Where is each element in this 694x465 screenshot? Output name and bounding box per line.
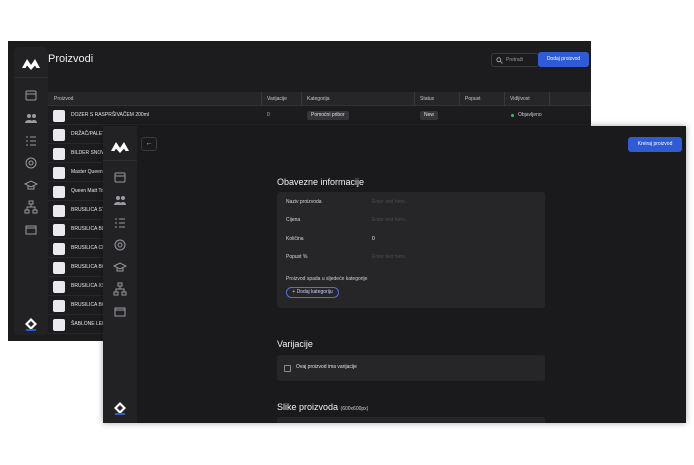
app-logo[interactable] <box>20 55 42 71</box>
app-logo[interactable] <box>109 138 131 154</box>
variations-panel: Ovaj proizvod ima varijacije <box>277 355 545 381</box>
category-prompt: Proizvod spada u sljedeće kategorije <box>286 276 368 282</box>
quantity-input[interactable]: 0 <box>372 236 375 242</box>
product-thumbnail <box>53 148 65 160</box>
product-name: Queen Matt To <box>71 188 104 194</box>
price-label: Cijena <box>286 217 301 223</box>
product-name: Master Queen <box>71 169 103 175</box>
product-name-label: Naziv proizvoda <box>286 199 322 205</box>
variations-checkbox[interactable] <box>284 365 291 372</box>
column-divider <box>414 92 415 106</box>
search-placeholder: Pretraži <box>506 57 524 63</box>
settings-icon[interactable] <box>24 156 38 170</box>
product-name: BRUSILICA BQ <box>71 264 106 270</box>
column-header-category[interactable]: Kategorija <box>307 92 330 106</box>
education-icon[interactable] <box>24 178 38 192</box>
quantity-label: Količina <box>286 236 304 242</box>
product-thumbnail <box>53 129 65 141</box>
product-thumbnail <box>53 300 65 312</box>
category-chip: Pomoćni pribor <box>307 111 349 120</box>
create-product-window: ← Kreiraj proizvod Obavezne informacije … <box>103 126 686 423</box>
product-name-input[interactable]: Enter text here... <box>372 199 409 205</box>
product-thumbnail <box>53 224 65 236</box>
required-info-title: Obavezne informacije <box>277 177 365 187</box>
product-thumbnail <box>53 167 65 179</box>
product-thumbnail <box>53 319 65 331</box>
users-icon[interactable] <box>24 111 38 125</box>
variations-title: Varijacije <box>277 339 313 349</box>
add-category-button[interactable]: + Dodaj kategoriju <box>286 287 339 298</box>
calendar-icon[interactable] <box>24 88 38 102</box>
product-thumbnail <box>53 110 65 122</box>
page-title: Proizvodi <box>48 53 94 65</box>
product-name: BRUSILICA BQ <box>71 302 106 308</box>
column-divider <box>301 92 302 106</box>
settings-icon[interactable] <box>113 238 127 252</box>
images-size-hint: (600x600px) <box>340 406 369 412</box>
status-badge: New <box>420 111 439 120</box>
product-thumbnail <box>53 186 65 198</box>
required-info-panel: Naziv proizvoda Enter text here... Cijen… <box>277 192 545 308</box>
sidebar-divider <box>103 160 137 161</box>
product-name: BRUSILICA BL <box>71 226 105 232</box>
product-name: DOZER S RASPRŠIVAČEM 200ml <box>71 112 149 118</box>
product-thumbnail <box>53 281 65 293</box>
column-divider <box>504 92 505 106</box>
column-header-product[interactable]: Proizvod <box>54 92 73 106</box>
price-input[interactable]: Enter text here... <box>372 217 409 223</box>
images-panel[interactable] <box>277 417 545 423</box>
column-header-visibility[interactable]: Vidljivost <box>510 92 530 106</box>
create-product-button[interactable]: Kreiraj proizvod <box>628 137 682 152</box>
search-icon <box>496 57 503 64</box>
brand-badge-icon <box>24 317 38 331</box>
images-title: Slike proizvoda (600x600px) <box>277 402 368 412</box>
list-icon[interactable] <box>113 216 127 230</box>
sidebar <box>14 47 48 335</box>
product-name: BRUSILICA XS <box>71 283 106 289</box>
column-divider <box>549 92 550 106</box>
variations-checkbox-label: Ovaj proizvod ima varijacije <box>296 364 357 370</box>
column-divider <box>261 92 262 106</box>
window-icon[interactable] <box>24 223 38 237</box>
hierarchy-icon[interactable] <box>24 200 38 214</box>
product-name: DRŽAČ/PALET <box>71 131 106 137</box>
product-thumbnail <box>53 262 65 274</box>
product-name: BRUSILICA ST <box>71 207 105 213</box>
search-input[interactable]: Pretraži <box>491 53 539 67</box>
product-thumbnail <box>53 205 65 217</box>
list-icon[interactable] <box>24 134 38 148</box>
published-dot-icon <box>511 114 514 117</box>
product-name: BILDER SNOW <box>71 150 107 156</box>
column-header-discount[interactable]: Popust <box>465 92 481 106</box>
images-title-text: Slike proizvoda <box>277 402 339 412</box>
discount-input[interactable]: Enter text here... <box>372 254 409 260</box>
back-button[interactable]: ← <box>141 137 157 151</box>
visibility-status: Objavljeno <box>511 106 542 125</box>
calendar-icon[interactable] <box>113 170 127 184</box>
users-icon[interactable] <box>113 193 127 207</box>
discount-label: Popust % <box>286 254 308 260</box>
column-header-variations[interactable]: Varijacije <box>267 92 287 106</box>
table-header: Proizvod Varijacije Kategorija Status Po… <box>48 92 591 106</box>
column-divider <box>459 92 460 106</box>
hierarchy-icon[interactable] <box>113 282 127 296</box>
product-name: BRUSILICA CR <box>71 245 106 251</box>
table-row[interactable]: DOZER S RASPRŠIVAČEM 200ml 0 Pomoćni pri… <box>48 106 591 125</box>
column-header-status[interactable]: Status <box>420 92 434 106</box>
window-icon[interactable] <box>113 305 127 319</box>
brand-badge-icon <box>113 401 127 415</box>
visibility-label: Objavljeno <box>518 112 542 118</box>
add-product-button[interactable]: Dodaj proizvod <box>538 52 589 67</box>
arrow-left-icon: ← <box>145 140 153 147</box>
product-name: ŠABLONE LEP <box>71 321 106 327</box>
sidebar-divider <box>14 77 48 78</box>
variations-count: 0 <box>267 112 270 118</box>
product-thumbnail <box>53 243 65 255</box>
sidebar <box>103 126 137 423</box>
education-icon[interactable] <box>113 260 127 274</box>
